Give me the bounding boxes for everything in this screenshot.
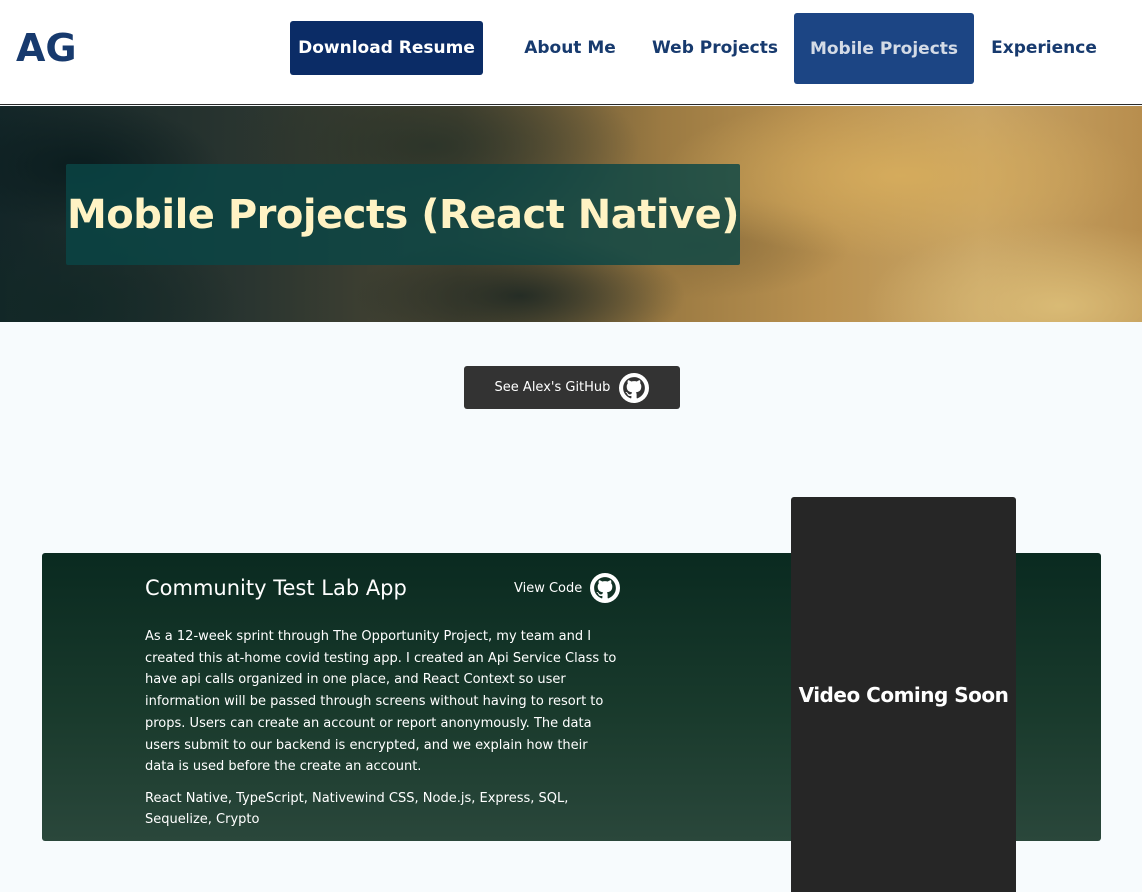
nav-about-me[interactable]: About Me	[510, 21, 630, 75]
project-tech-stack: React Native, TypeScript, Nativewind CSS…	[145, 791, 569, 827]
video-placeholder-text: Video Coming Soon	[798, 682, 1009, 707]
page-title: Mobile Projects (React Native)	[66, 191, 740, 238]
project-title: Community Test Lab App	[145, 576, 407, 600]
view-code-link[interactable]: View Code	[514, 572, 621, 604]
download-resume-button[interactable]: Download Resume	[290, 21, 483, 75]
github-icon	[590, 573, 621, 603]
hero-banner: Mobile Projects (React Native)	[0, 106, 1142, 322]
nav-experience[interactable]: Experience	[984, 21, 1104, 75]
site-header: AG Download Resume About Me Web Projects…	[0, 0, 1142, 105]
github-profile-button[interactable]: See Alex's GitHub	[464, 366, 680, 409]
github-button-label: See Alex's GitHub	[494, 380, 611, 395]
view-code-label: View Code	[514, 580, 583, 596]
nav-web-projects[interactable]: Web Projects	[648, 21, 782, 75]
video-placeholder: Video Coming Soon	[791, 497, 1016, 892]
project-description: As a 12-week sprint through The Opportun…	[145, 629, 617, 775]
nav-mobile-projects[interactable]: Mobile Projects	[794, 13, 974, 84]
github-icon	[619, 372, 650, 403]
hero-title-box: Mobile Projects (React Native)	[66, 164, 740, 265]
site-logo[interactable]: AG	[16, 26, 77, 70]
